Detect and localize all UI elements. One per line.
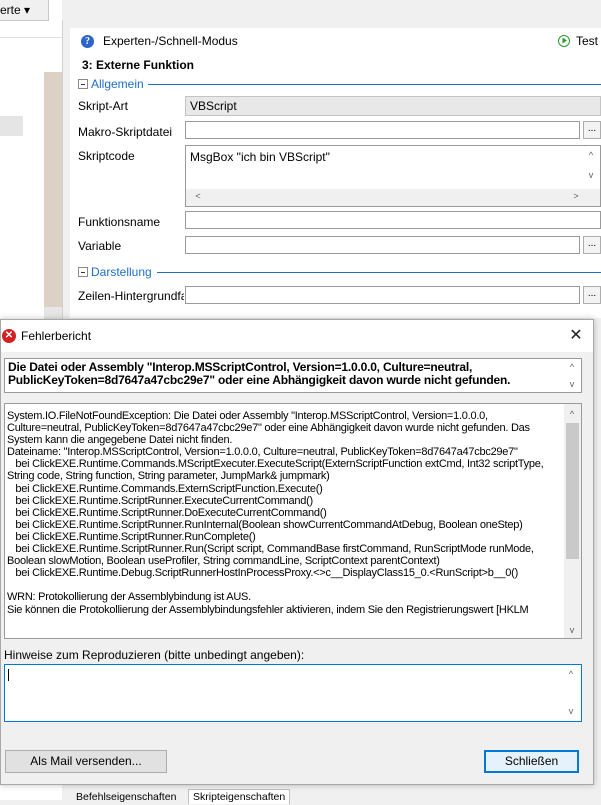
chevron-up-icon[interactable]: ^ <box>564 409 580 419</box>
mode-toggle-link[interactable]: Experten-/Schnell-Modus <box>103 34 238 48</box>
script-type-value: VBScript <box>190 99 237 113</box>
group-display-label: Darstellung <box>91 265 152 279</box>
script-code-hscrollbar[interactable] <box>186 189 600 206</box>
error-details-text: System.IO.FileNotFoundException: Die Dat… <box>7 410 544 616</box>
script-type-label: Skript-Art <box>78 99 129 113</box>
send-mail-button[interactable]: Als Mail versenden... <box>5 750 167 773</box>
dialog-titlebar[interactable]: ✕ Fehlerbericht ✕ <box>1 320 593 352</box>
left-tree-selection[interactable] <box>0 116 23 136</box>
macro-file-label: Makro-Skriptdatei <box>78 125 173 139</box>
macro-file-input[interactable] <box>185 121 580 139</box>
error-summary-box[interactable]: Die Datei oder Assembly "Interop.MSScrip… <box>4 358 582 393</box>
test-button[interactable]: Test <box>576 34 598 48</box>
group-general-line <box>148 84 601 85</box>
group-display-line <box>157 272 601 273</box>
variable-label: Variable <box>78 239 122 253</box>
chevron-down-icon[interactable]: v <box>584 170 598 180</box>
repro-label: Hinweise zum Reproduzieren (bitte unbedi… <box>4 648 305 662</box>
close-button[interactable]: Schließen <box>484 750 579 773</box>
section-title: 3: Externe Funktion <box>82 58 195 72</box>
dialog-title: Fehlerbericht <box>21 329 92 343</box>
left-divider <box>0 37 62 38</box>
row-bg-color-input[interactable] <box>185 286 580 304</box>
chevron-up-icon[interactable]: ^ <box>563 669 579 679</box>
function-name-input[interactable] <box>185 211 601 229</box>
minus-box-icon[interactable] <box>78 267 88 277</box>
row-bg-color-label: Zeilen-Hintergrundfarl <box>78 289 184 303</box>
text-cursor <box>8 669 9 681</box>
script-code-text: MsgBox "ich bin VBScript" <box>190 150 330 164</box>
chevron-down-icon[interactable]: v <box>564 625 580 635</box>
play-icon[interactable] <box>558 35 570 47</box>
left-scrollbar-thumb[interactable] <box>44 72 62 307</box>
properties-dropdown-label: erte ▾ <box>0 3 31 17</box>
error-icon: ✕ <box>2 329 16 343</box>
macro-file-browse-button[interactable]: ... <box>583 121 601 139</box>
chevron-up-icon[interactable]: ^ <box>584 150 598 160</box>
tab-command-properties[interactable]: Befehlseigenschaften <box>72 790 181 805</box>
chevron-right-icon[interactable]: > <box>568 191 584 201</box>
variable-input[interactable] <box>185 236 580 254</box>
function-name-label: Funktionsname <box>78 215 161 229</box>
details-scrollbar-thumb[interactable] <box>566 423 579 559</box>
info-icon: ? <box>81 35 94 48</box>
tab-script-properties-label: Skripteigenschaften <box>193 791 286 803</box>
tab-script-properties[interactable]: Skripteigenschaften <box>188 789 291 804</box>
close-icon[interactable]: ✕ <box>564 325 588 347</box>
error-summary-text: Die Datei oder Assembly "Interop.MSScrip… <box>8 360 511 387</box>
chevron-down-icon[interactable]: v <box>563 706 579 716</box>
repro-textarea[interactable]: ^ v <box>4 664 582 722</box>
script-type-select[interactable]: VBScript <box>185 96 601 116</box>
minus-box-icon[interactable] <box>78 79 88 89</box>
chevron-left-icon[interactable]: < <box>190 191 206 201</box>
variable-browse-button[interactable]: ... <box>583 236 601 254</box>
group-general-label: Allgemein <box>91 77 144 91</box>
script-code-editor[interactable]: MsgBox "ich bin VBScript" ^ v < > <box>185 145 601 207</box>
error-dialog: ✕ Fehlerbericht ✕ Die Datei oder Assembl… <box>0 319 594 785</box>
error-details-box[interactable]: System.IO.FileNotFoundException: Die Dat… <box>4 403 582 639</box>
chevron-down-icon[interactable]: v <box>564 379 580 389</box>
row-bg-color-browse-button[interactable]: ... <box>583 286 601 304</box>
script-code-label: Skriptcode <box>78 149 135 163</box>
tab-command-properties-label: Befehlseigenschaften <box>76 791 177 803</box>
chevron-up-icon[interactable]: ^ <box>564 362 580 372</box>
properties-dropdown-tab[interactable]: erte ▾ <box>0 0 49 21</box>
